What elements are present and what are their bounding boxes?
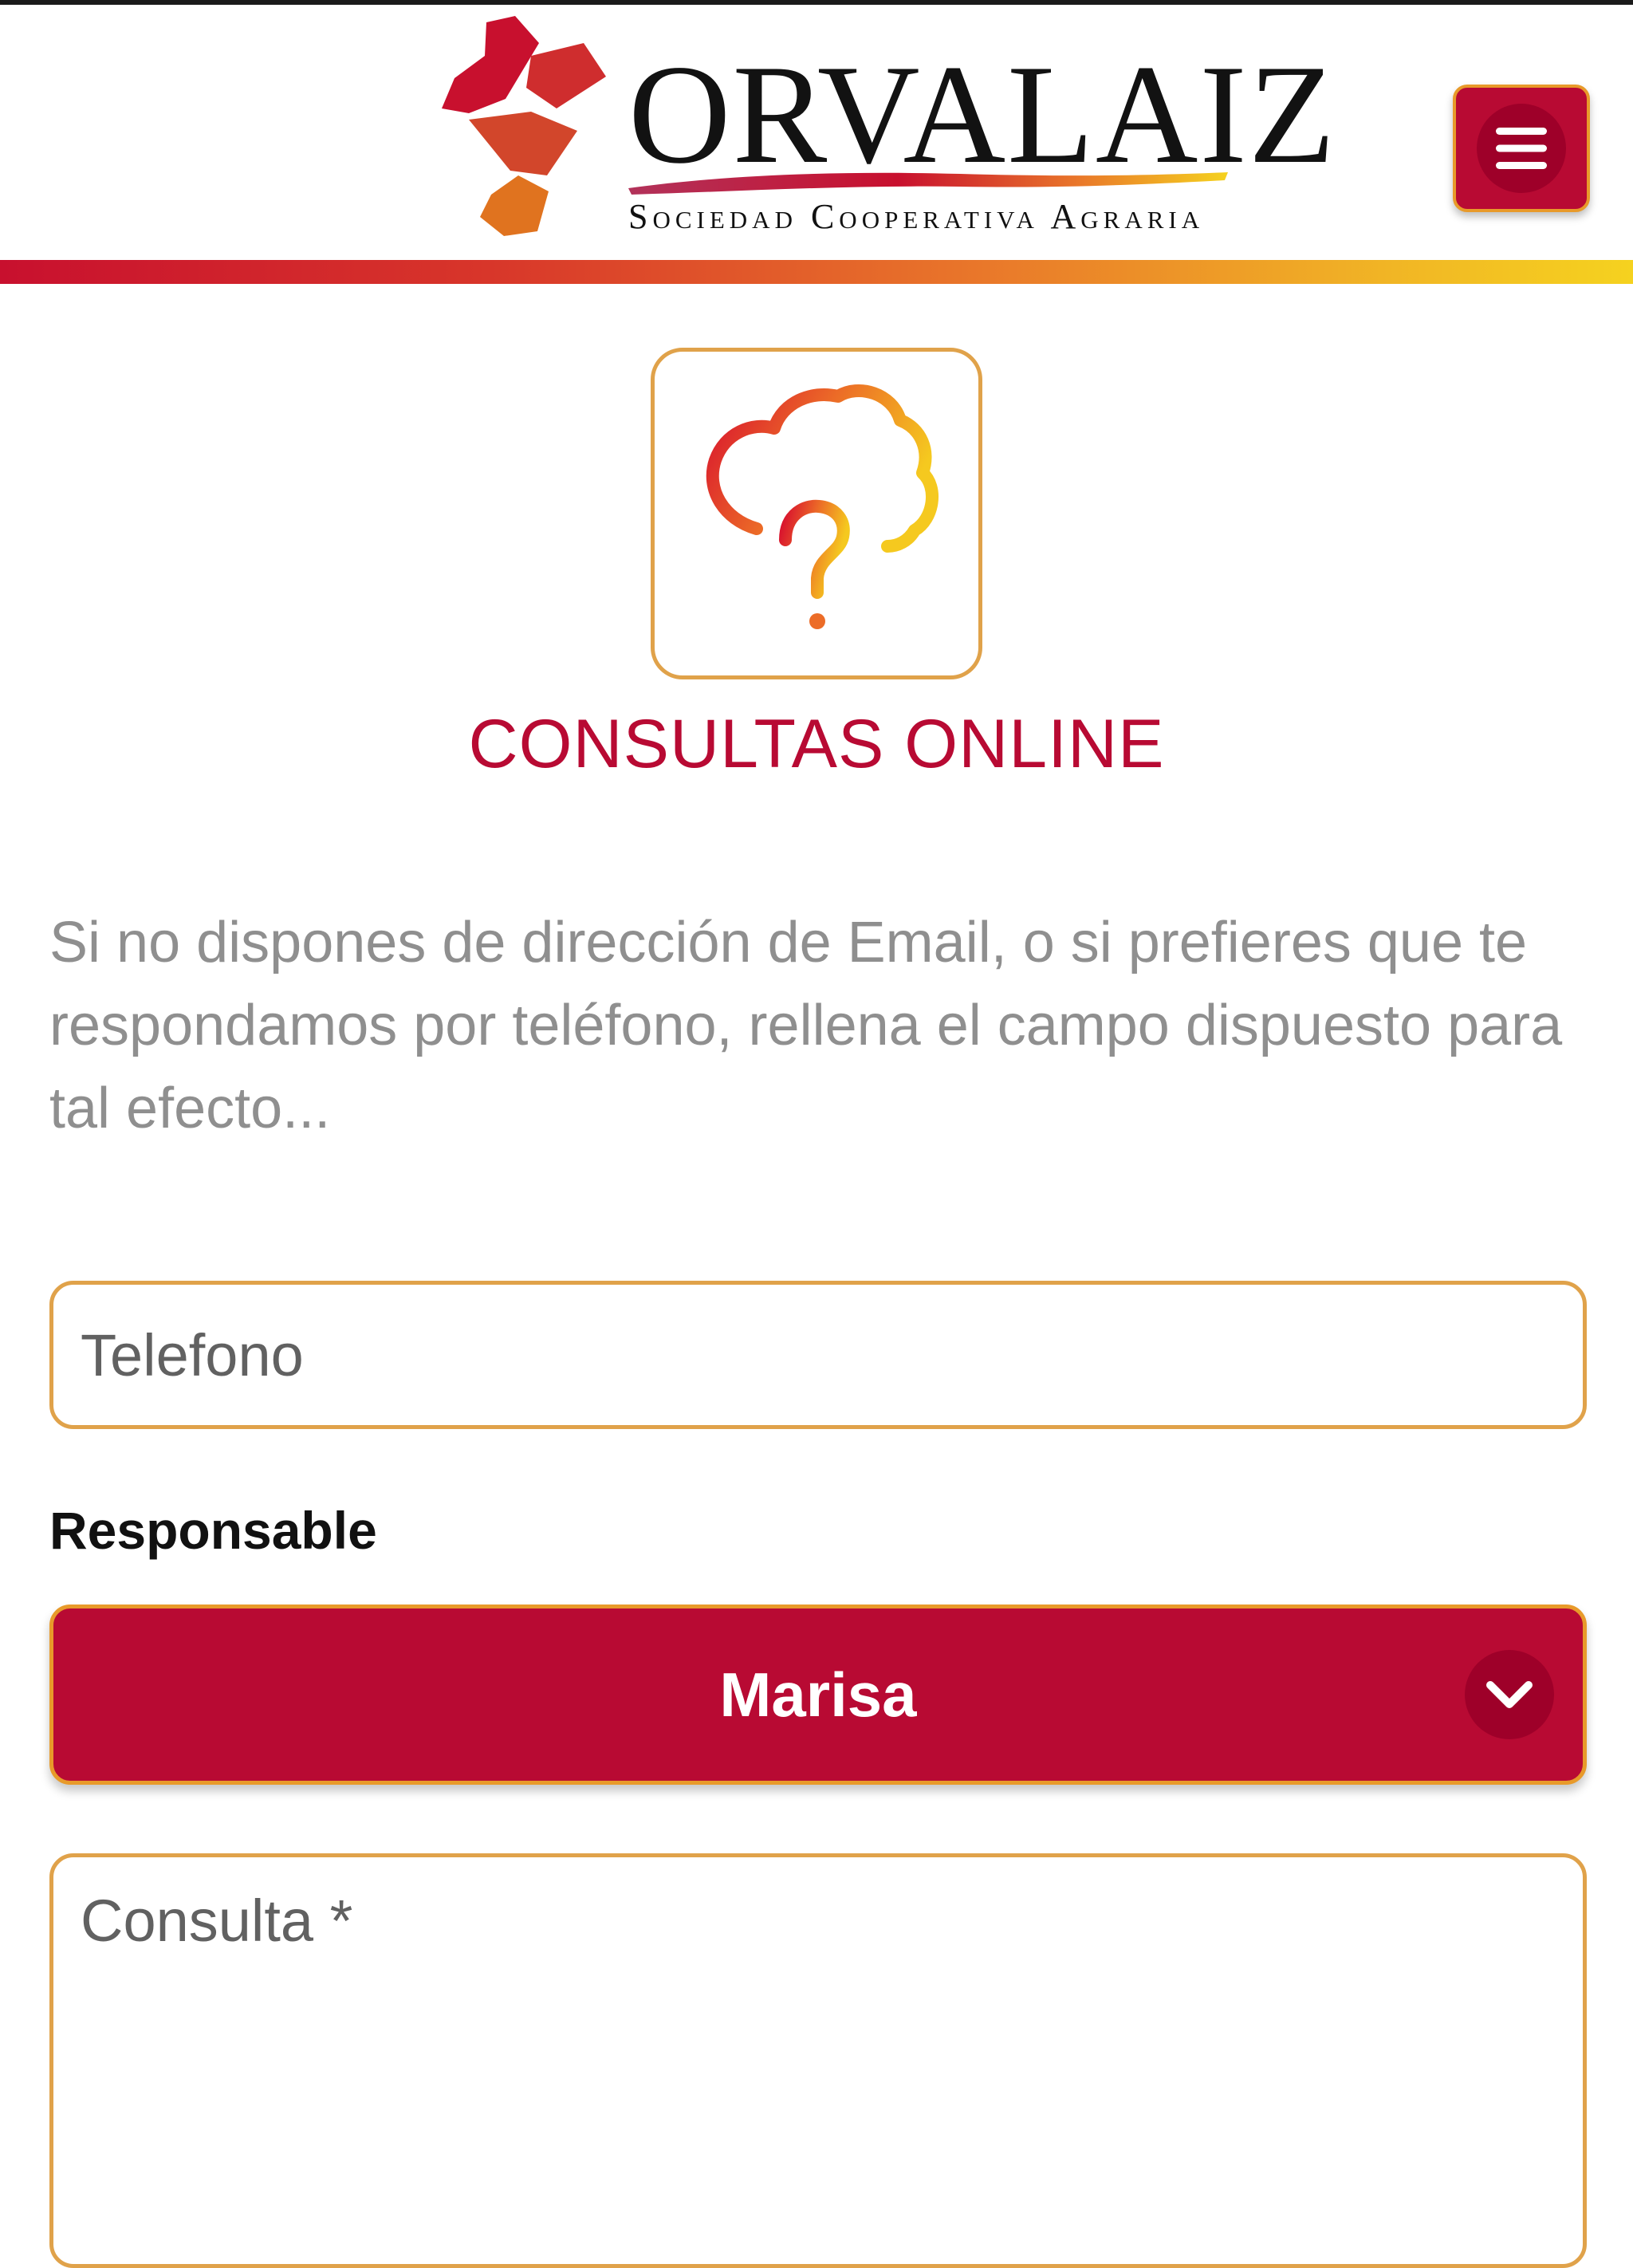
brand-name: ORVALAIZ [628,35,1337,193]
select-chevron-button[interactable] [1465,1650,1554,1739]
hamburger-menu-icon [1496,128,1547,169]
chevron-down-icon [1486,1681,1533,1708]
consultas-icon-card [651,348,982,679]
phone-input[interactable] [49,1281,1587,1429]
responsable-select[interactable]: Marisa [49,1605,1587,1785]
site-header: ORVALAIZ Sociedad Cooperativa Agraria [0,5,1633,260]
brand-subtitle: Sociedad Cooperativa Agraria [628,197,1205,236]
brush-stroke-decoration [628,172,1228,195]
query-textarea[interactable] [49,1853,1587,2268]
page-title: CONSULTAS ONLINE [468,706,1165,782]
cloud-question-icon [706,384,939,629]
orvalaiz-logo[interactable]: ORVALAIZ Sociedad Cooperativa Agraria [437,11,1335,250]
logo-mark-icon [442,16,606,236]
menu-button[interactable] [1453,85,1590,212]
responsable-selected-value: Marisa [719,1659,917,1730]
responsable-label: Responsable [49,1501,377,1560]
menu-button-ring [1477,104,1566,193]
header-gradient-stripe [0,260,1633,284]
form-intro-text: Si no dispones de dirección de Email, o … [49,911,1563,1140]
